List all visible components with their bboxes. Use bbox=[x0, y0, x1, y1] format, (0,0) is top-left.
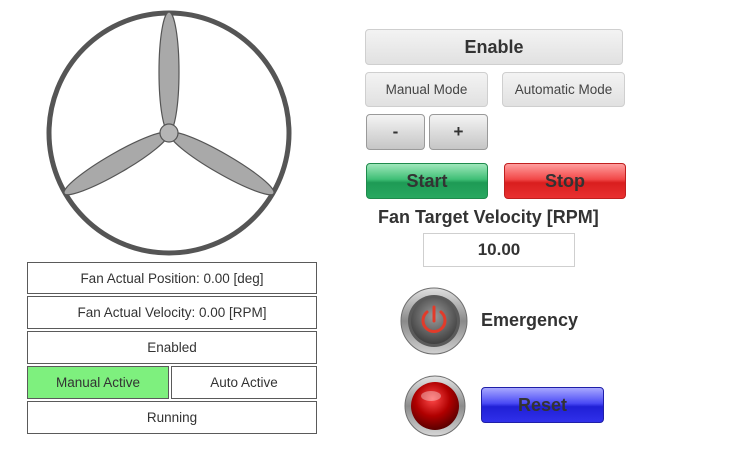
enabled-status: Enabled bbox=[27, 331, 317, 364]
start-button[interactable]: Start bbox=[366, 163, 488, 199]
stop-button[interactable]: Stop bbox=[504, 163, 626, 199]
enable-button[interactable]: Enable bbox=[365, 29, 623, 65]
fan-graphic bbox=[46, 10, 292, 256]
reset-indicator-light bbox=[404, 375, 466, 437]
automatic-mode-button[interactable]: Automatic Mode bbox=[502, 72, 625, 107]
fan-velocity-readout: Fan Actual Velocity: 0.00 [RPM] bbox=[27, 296, 317, 329]
fan-blade-top bbox=[158, 11, 180, 133]
reset-button[interactable]: Reset bbox=[481, 387, 604, 423]
fan-hub bbox=[159, 123, 179, 143]
running-status: Running bbox=[27, 401, 317, 434]
fan-blade-right bbox=[169, 131, 275, 196]
decrement-button[interactable]: - bbox=[366, 114, 425, 150]
fan-position-readout: Fan Actual Position: 0.00 [deg] bbox=[27, 262, 317, 294]
target-velocity-label: Fan Target Velocity [RPM] bbox=[378, 207, 599, 227]
increment-button[interactable]: + bbox=[429, 114, 488, 150]
fan-blade-left bbox=[63, 131, 169, 196]
manual-active-status: Manual Active bbox=[27, 366, 169, 399]
target-velocity-input[interactable]: 10.00 bbox=[423, 233, 575, 267]
emergency-button[interactable] bbox=[399, 286, 469, 356]
emergency-label: Emergency bbox=[481, 310, 579, 330]
manual-mode-button[interactable]: Manual Mode bbox=[365, 72, 488, 107]
auto-active-status: Auto Active bbox=[171, 366, 317, 399]
